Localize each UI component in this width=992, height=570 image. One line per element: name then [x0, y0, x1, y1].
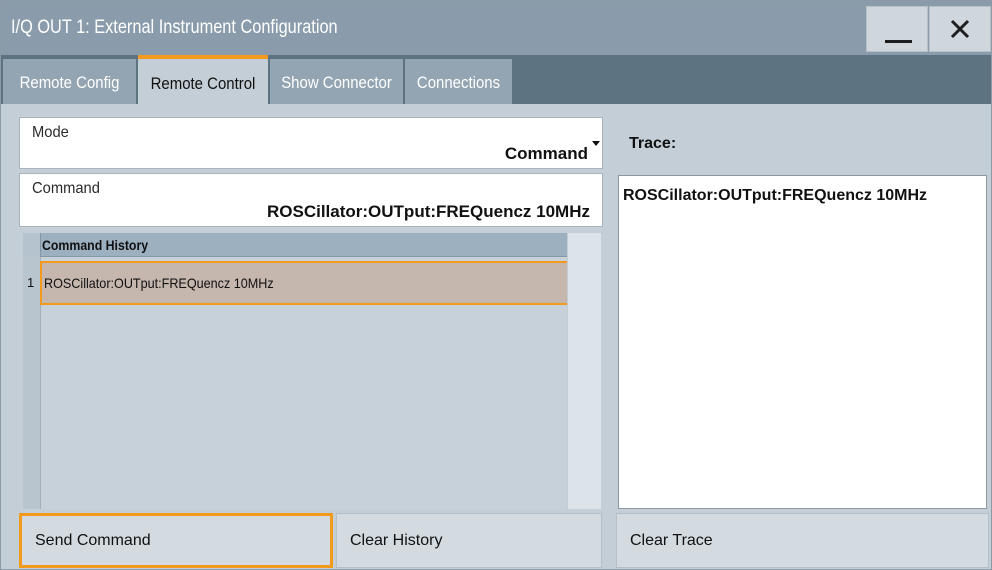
mode-label: Mode	[32, 124, 69, 141]
close-icon	[950, 19, 970, 39]
table-row[interactable]: 1 ROSCillator:OUTput:FREQuencz 10MHz	[23, 261, 591, 305]
header-corner	[23, 233, 41, 257]
history-cell-selected[interactable]: ROSCillator:OUTput:FREQuencz 10MHz	[40, 261, 591, 305]
external-instrument-config-dialog: I/Q OUT 1: External Instrument Configura…	[0, 0, 992, 570]
dropdown-arrow-icon	[592, 141, 600, 146]
tab-bar: Remote Config Remote Control Show Connec…	[1, 55, 991, 104]
command-input[interactable]: Command ROSCillator:OUTput:FREQuencz 10M…	[19, 173, 603, 227]
mode-value: Command	[504, 144, 588, 163]
history-command-text: ROSCillator:OUTput:FREQuencz 10MHz	[44, 275, 274, 291]
trace-label: Trace:	[629, 135, 677, 152]
minimize-icon	[885, 40, 912, 43]
close-button[interactable]	[929, 6, 991, 52]
tab-show-connector[interactable]: Show Connector	[270, 59, 403, 104]
tab-label: Show Connector	[281, 73, 392, 92]
tab-label: Connections	[416, 73, 501, 92]
clear-trace-label: Clear Trace	[630, 532, 713, 549]
tab-connections[interactable]: Connections	[405, 59, 512, 104]
trace-line: ROSCillator:OUTput:FREQuencz 10MHz	[623, 187, 928, 204]
tab-label: Remote Control	[150, 74, 256, 93]
minimize-button[interactable]	[866, 6, 928, 52]
command-history-header: Command History	[23, 233, 589, 257]
window-title: I/Q OUT 1: External Instrument Configura…	[11, 17, 338, 38]
tab-remote-control[interactable]: Remote Control	[138, 55, 268, 104]
tab-remote-config[interactable]: Remote Config	[3, 59, 136, 104]
command-history-header-label: Command History	[42, 237, 149, 253]
mode-dropdown[interactable]: Mode Command	[19, 117, 603, 169]
send-command-button[interactable]: Send Command	[19, 513, 333, 568]
command-label: Command	[32, 180, 100, 197]
command-history-table: Command History 1 ROSCillator:OUTput:FRE…	[23, 233, 591, 509]
command-value: ROSCillator:OUTput:FREQuencz 10MHz	[266, 202, 590, 221]
row-number: 1	[27, 275, 35, 290]
trace-output[interactable]: ROSCillator:OUTput:FREQuencz 10MHz	[618, 175, 987, 509]
clear-trace-button[interactable]: Clear Trace	[616, 513, 989, 568]
history-scrollbar[interactable]	[567, 233, 601, 509]
send-command-label: Send Command	[35, 532, 151, 549]
clear-history-label: Clear History	[350, 532, 443, 549]
clear-history-button[interactable]: Clear History	[336, 513, 602, 568]
title-bar: I/Q OUT 1: External Instrument Configura…	[1, 1, 991, 55]
tab-label: Remote Config	[19, 73, 120, 92]
